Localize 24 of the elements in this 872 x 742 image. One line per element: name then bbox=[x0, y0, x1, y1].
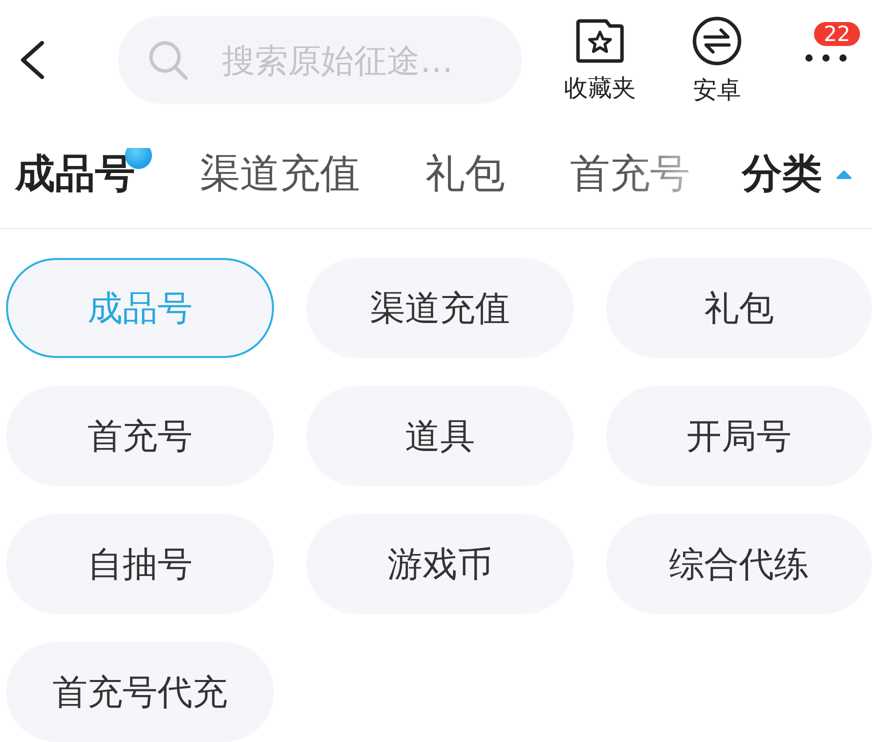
tab[interactable]: 礼包 bbox=[425, 148, 505, 200]
swap-arrows-icon bbox=[692, 16, 742, 66]
category-chip[interactable]: 礼包 bbox=[606, 258, 872, 358]
folder-star-icon bbox=[575, 18, 625, 64]
more-icon bbox=[805, 54, 847, 62]
category-toggle[interactable]: 分类 bbox=[742, 148, 852, 200]
tab[interactable]: 渠道充值 bbox=[200, 148, 360, 200]
more-button[interactable]: 22 bbox=[800, 20, 862, 62]
tab[interactable]: 首充号 bbox=[570, 148, 690, 200]
android-button[interactable]: 安卓 bbox=[677, 16, 757, 104]
chevron-left-icon bbox=[18, 40, 46, 80]
back-button[interactable] bbox=[18, 40, 46, 80]
category-chip[interactable]: 综合代练 bbox=[606, 514, 872, 614]
notification-badge: 22 bbox=[812, 20, 862, 48]
category-chip[interactable]: 道具 bbox=[306, 386, 574, 486]
tab[interactable]: 成品号 bbox=[15, 148, 152, 200]
category-chip[interactable]: 开局号 bbox=[606, 386, 872, 486]
category-chip[interactable]: 自抽号 bbox=[6, 514, 274, 614]
category-chip[interactable]: 首充号 bbox=[6, 386, 274, 486]
category-chip[interactable]: 游戏币 bbox=[306, 514, 574, 614]
favorites-button[interactable]: 收藏夹 bbox=[560, 18, 640, 102]
category-chip[interactable]: 渠道充值 bbox=[306, 258, 574, 358]
category-chip[interactable]: 首充号代充 bbox=[6, 642, 274, 742]
search-icon bbox=[148, 40, 188, 80]
